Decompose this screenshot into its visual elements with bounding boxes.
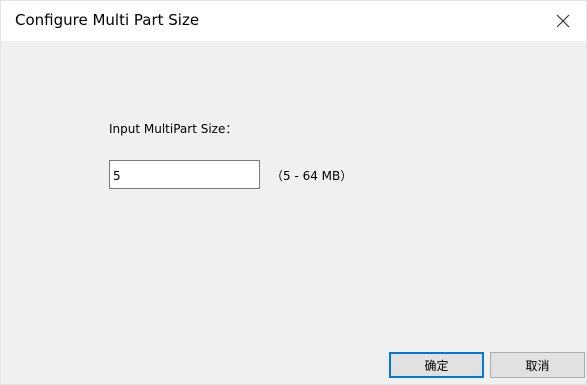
multipart-size-input[interactable] — [109, 160, 260, 189]
multipart-size-label: Input MultiPart Size： — [109, 122, 238, 136]
size-range-hint: （5 - 64 MB） — [271, 169, 353, 183]
title-bar: Configure Multi Part Size — [1, 1, 586, 41]
ok-button[interactable]: 确定 — [389, 352, 484, 378]
close-icon — [556, 14, 570, 28]
close-button[interactable] — [540, 1, 586, 41]
cancel-button[interactable]: 取消 — [490, 352, 585, 378]
window-title: Configure Multi Part Size — [15, 11, 200, 29]
configure-multipart-dialog: Configure Multi Part Size Input MultiPar… — [0, 0, 587, 385]
